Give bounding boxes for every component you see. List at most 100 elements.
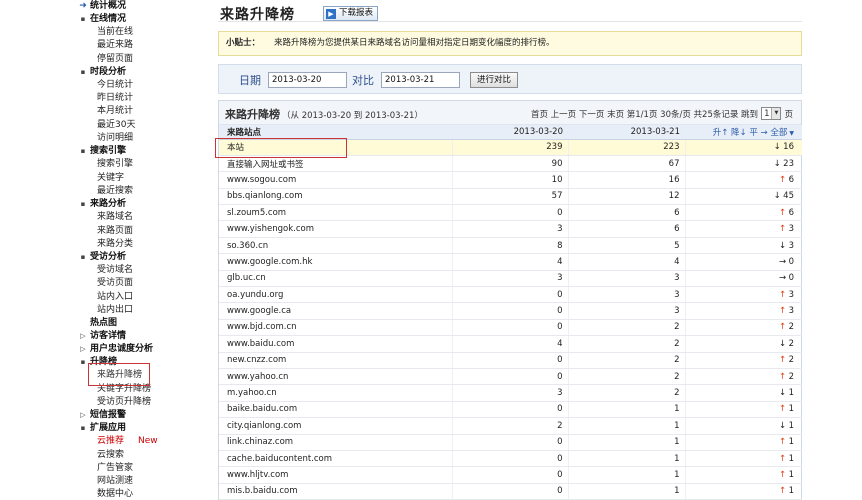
date2-value-cell: 3: [567, 270, 685, 288]
date2-value-cell: 2: [567, 335, 685, 353]
sidebar-item[interactable]: 昨日统计: [72, 92, 202, 105]
change-filter-text[interactable]: 升↑ 降↓ 平 → 全部: [713, 128, 788, 138]
date1-value-cell: 0: [451, 368, 568, 386]
sidebar-group[interactable]: ▪ 在线情况: [72, 13, 202, 26]
site-cell: new.cnzz.com: [219, 352, 452, 369]
sidebar-item-label: 来路域名: [97, 212, 134, 223]
date2-value-cell: 6: [567, 204, 685, 222]
sidebar-item[interactable]: 来路域名: [72, 211, 202, 224]
sidebar-item-label: 受访域名: [97, 265, 134, 276]
sidebar-item[interactable]: 最近搜索: [72, 185, 202, 198]
sidebar-item[interactable]: 关键字: [72, 172, 202, 185]
date1-value-cell: 0: [451, 401, 568, 419]
panel-date-range: （从 2013-03-20 到 2013-03-21）: [282, 111, 423, 121]
sidebar-item[interactable]: 来路页面: [72, 225, 202, 238]
sidebar-item[interactable]: 最近30天: [72, 119, 202, 132]
sidebar-item[interactable]: 来路升降榜: [72, 369, 202, 382]
sidebar-item[interactable]: 关键字升降榜: [72, 383, 202, 396]
table-row: city.qianlong.com 2 1 ↓ 1: [219, 417, 802, 435]
sidebar-group[interactable]: ▷ 短信报警: [72, 409, 202, 422]
sidebar-item[interactable]: 来路分类: [72, 238, 202, 251]
sidebar-item-label: 云推荐: [97, 436, 125, 447]
sidebar-item-label: 本月统计: [97, 106, 134, 117]
page-select-value: 1: [764, 108, 770, 119]
site-cell: oa.yundu.org: [219, 286, 452, 304]
change-value: 1: [788, 486, 794, 497]
sidebar-group[interactable]: ▪ 时段分析: [72, 66, 202, 79]
change-value: 6: [788, 207, 794, 218]
sidebar-item-label: 站内出口: [97, 305, 134, 316]
sidebar-item-label: 停留页面: [97, 53, 134, 64]
sidebar-item[interactable]: 当前在线: [72, 26, 202, 39]
site-cell: www.hljtv.com: [219, 466, 452, 484]
sidebar-item[interactable]: 最近来路: [72, 39, 202, 52]
change-cell: ↓ 16: [684, 139, 802, 156]
header-change-filter[interactable]: 升↑ 降↓ 平 → 全部 ▼: [685, 125, 802, 140]
collapse-icon: ▪: [80, 67, 86, 76]
date2-value-cell: 67: [567, 155, 685, 173]
sidebar-group[interactable]: ▪ 来路分析: [72, 198, 202, 211]
page-select[interactable]: 1 ▼: [761, 107, 782, 120]
date1-value-cell: 57: [451, 188, 568, 206]
sidebar-item[interactable]: 停留页面: [72, 53, 202, 66]
table-row: www.google.com.hk 4 4 → 0: [219, 253, 802, 271]
sidebar-group[interactable]: ▪ 搜索引擎: [72, 145, 202, 158]
change-value: 0: [788, 273, 794, 284]
site-cell: m.yahoo.cn: [219, 384, 452, 402]
sidebar-item[interactable]: 今日统计: [72, 79, 202, 92]
date1-value-cell: 10: [451, 171, 568, 189]
table-row: sl.zoum5.com 0 6 ↑ 6: [219, 204, 802, 222]
sidebar-item-label: 来路升降榜: [97, 370, 143, 381]
sidebar-group[interactable]: ▷ 访客详情: [72, 330, 202, 343]
sidebar-group-label: 受访分析: [90, 252, 127, 263]
compare-date-input[interactable]: 2013-03-21: [381, 72, 460, 88]
sidebar-item[interactable]: 广告管家: [72, 462, 202, 475]
date-input[interactable]: 2013-03-20: [268, 72, 347, 88]
sidebar-group[interactable]: ▪ 扩展应用: [72, 422, 202, 435]
sidebar-group[interactable]: ▪ 受访分析: [72, 251, 202, 264]
sidebar-item[interactable]: 本月统计: [72, 105, 202, 118]
pager: 首页 上一页 下一页 末页 第1/1页 30条/页 共25条记录 跳到 1 ▼ 页: [531, 107, 793, 120]
date1-value-cell: 0: [451, 286, 568, 304]
sidebar-item[interactable]: 受访域名: [72, 264, 202, 277]
sidebar-group[interactable]: ▷ 用户忠诚度分析: [72, 343, 202, 356]
date2-value-cell: 1: [567, 450, 685, 468]
sidebar-item[interactable]: 站内入口: [72, 291, 202, 304]
date2-value-cell: 1: [567, 417, 685, 435]
table-row: www.sogou.com 10 16 ↑ 6: [219, 171, 802, 189]
change-value: 1: [788, 404, 794, 415]
sidebar-group-label: 时段分析: [90, 66, 127, 77]
compare-button[interactable]: 进行对比: [470, 72, 518, 88]
sidebar-item[interactable]: 网站测速: [72, 475, 202, 488]
download-report-button[interactable]: ▶ 下载报表: [323, 6, 379, 21]
sidebar-item[interactable]: 搜索引擎: [72, 158, 202, 171]
site-cell: baike.baidu.com: [219, 401, 452, 419]
date2-value-cell: 2: [567, 319, 685, 337]
sidebar-group[interactable]: 热点图: [72, 317, 202, 330]
table-row: www.yishengok.com 3 6 ↑ 3: [219, 220, 802, 238]
change-value: 2: [788, 371, 794, 382]
sidebar-item[interactable]: 站内出口: [72, 304, 202, 317]
site-cell: link.chinaz.com: [219, 434, 452, 451]
change-cell: ↑ 1: [684, 466, 802, 484]
circle-arrow-icon: ➜: [79, 1, 87, 11]
sidebar-group-label: 用户忠诚度分析: [90, 344, 154, 355]
compare-label: 对比: [352, 74, 374, 87]
sidebar-item[interactable]: 云搜索: [72, 449, 202, 462]
sidebar-item[interactable]: 云推荐 New: [72, 435, 202, 448]
sidebar-item[interactable]: 数据中心: [72, 488, 202, 500]
date2-value-cell: 2: [567, 368, 685, 386]
sidebar-item[interactable]: 受访页面: [72, 277, 202, 290]
sidebar-group[interactable]: ➜ 统计概况: [72, 0, 202, 13]
date1-value-cell: 3: [451, 384, 568, 402]
change-value: 1: [788, 470, 794, 480]
sidebar-item[interactable]: 访问明细: [72, 132, 202, 145]
sidebar-group[interactable]: ▪ 升降榜: [72, 356, 202, 369]
change-value: 1: [788, 453, 794, 464]
sidebar-item-label: 昨日统计: [97, 93, 134, 104]
sidebar-item[interactable]: 受访页升降榜: [72, 396, 202, 409]
date2-value-cell: 2: [567, 352, 685, 369]
pager-text[interactable]: 首页 上一页 下一页 末页 第1/1页 30条/页 共25条记录 跳到: [531, 108, 758, 120]
table-row: new.cnzz.com 0 2 ↑ 2: [219, 352, 802, 369]
change-cell: ↑ 3: [684, 220, 802, 238]
